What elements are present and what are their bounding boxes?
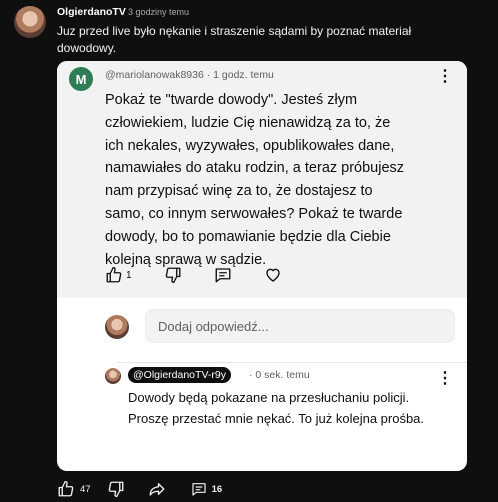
reply-text: Pokaż te "twarde dowody". Jesteś złym cz… <box>105 92 405 268</box>
divider <box>117 362 467 363</box>
more-vert-icon: ⋮ <box>437 370 453 387</box>
replies-button[interactable]: 16 <box>191 481 223 497</box>
like-count: 47 <box>80 483 91 495</box>
input-avatar <box>105 315 129 339</box>
dislike-button[interactable] <box>107 480 125 498</box>
reply-button <box>214 266 232 284</box>
own-reply-text: Dowody będą pokazane na przesłuchaniu po… <box>128 390 425 426</box>
heart-icon <box>265 268 280 282</box>
reply-meta: @mariolanowak8936 · 1 godz. temu <box>105 69 274 81</box>
comment-time[interactable]: 3 godziny temu <box>128 7 189 17</box>
share-button[interactable] <box>147 480 167 498</box>
reply-time: · 1 godz. temu <box>206 69 274 81</box>
thumbs-down-icon <box>165 267 180 284</box>
like-button: 1 <box>105 266 132 284</box>
like-button[interactable]: 47 <box>57 480 91 498</box>
share-icon <box>149 483 165 496</box>
quoted-reply: M @mariolanowak8936 · 1 godz. temu ⋮ Pok… <box>57 61 467 298</box>
thumbs-up-icon <box>106 266 122 283</box>
comment-icon <box>191 483 206 496</box>
reply-avatar: M <box>69 67 93 91</box>
own-reply-avatar <box>105 368 121 384</box>
dislike-button <box>164 266 182 284</box>
comment-author[interactable]: OlgierdanoTV <box>57 6 126 18</box>
reply-count: 16 <box>211 483 223 495</box>
reply-actions: 1 <box>105 265 282 285</box>
comment-text: Juz przed live było nękanie i straszenie… <box>57 24 412 55</box>
comment-icon <box>215 268 230 283</box>
author-avatar[interactable] <box>14 6 46 38</box>
own-reply-time: · 0 sek. temu <box>249 369 310 381</box>
screenshot-card: M @mariolanowak8936 · 1 godz. temu ⋮ Pok… <box>57 61 467 471</box>
more-vert-icon: ⋮ <box>437 68 453 85</box>
like-count: 1 <box>126 269 132 281</box>
reply-handle: @mariolanowak8936 <box>105 69 204 81</box>
own-reply-handle: @OlgierdanoTV-r9y <box>128 367 231 383</box>
thumbs-down-icon <box>108 481 124 498</box>
reply-input: Dodaj odpowiedź... <box>145 309 455 343</box>
thumbs-up-icon <box>58 480 74 497</box>
heart-button <box>264 266 282 284</box>
comment-actions: 47 16 <box>57 480 222 498</box>
